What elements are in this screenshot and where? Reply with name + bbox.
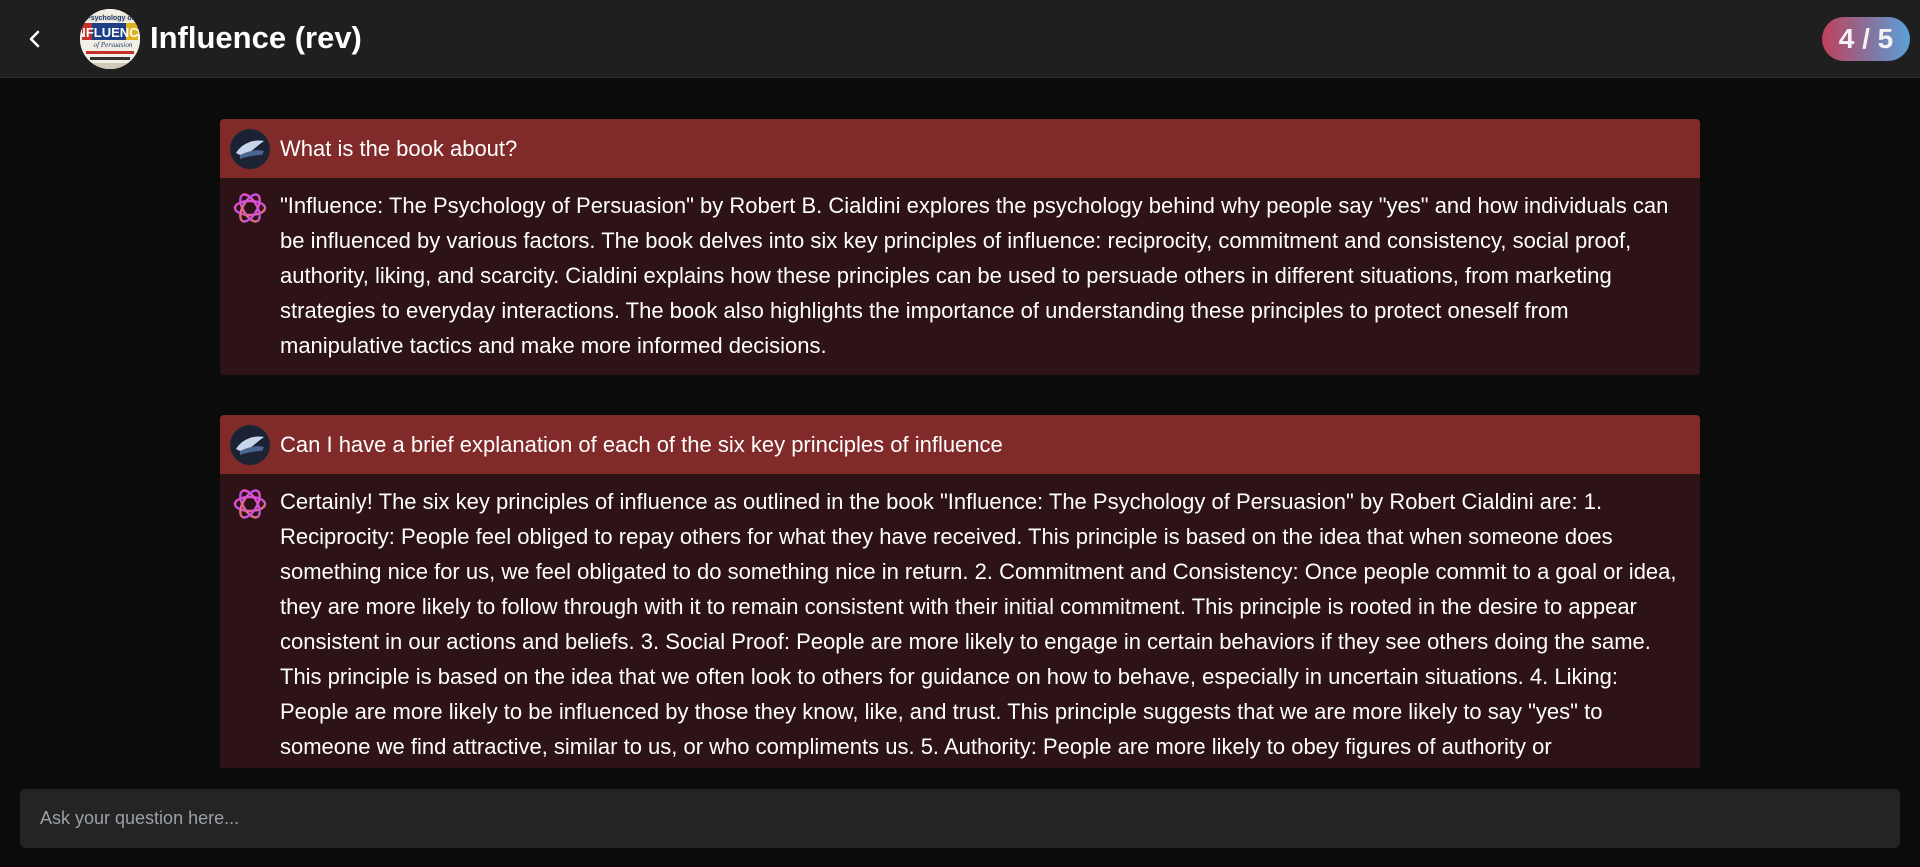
user-avatar-icon (230, 129, 270, 169)
back-button[interactable] (14, 18, 56, 60)
cover-line-2: INFLUENCE (80, 25, 140, 40)
book-cover-thumbnail: Psychology of INFLUENCE of Persuasion (80, 9, 140, 69)
answer-text: Certainly! The six key principles of inf… (280, 489, 1677, 759)
question-row: What is the book about? (220, 119, 1700, 178)
qa-block: What is the book about? "Influence: The … (220, 119, 1700, 375)
cover-line-3: of Persuasion (94, 41, 133, 49)
answer-row: "Influence: The Psychology of Persuasion… (220, 178, 1700, 375)
chevron-left-icon (29, 30, 40, 48)
top-bar: Psychology of INFLUENCE of Persuasion In… (0, 0, 1920, 78)
openai-logo-icon (230, 188, 270, 228)
chat-thread[interactable]: What is the book about? "Influence: The … (220, 119, 1700, 768)
answer-row: Certainly! The six key principles of inf… (220, 474, 1700, 768)
question-text: Can I have a brief explanation of each o… (280, 431, 1003, 457)
page-title: Influence (rev) (150, 20, 362, 55)
page-counter-badge: 4 / 5 (1822, 17, 1910, 61)
openai-logo-icon (230, 484, 270, 524)
qa-block: Can I have a brief explanation of each o… (220, 415, 1700, 768)
question-input[interactable] (20, 789, 1900, 848)
cover-line-1: Psychology of (86, 15, 135, 22)
question-row: Can I have a brief explanation of each o… (220, 415, 1700, 474)
answer-text: "Influence: The Psychology of Persuasion… (280, 193, 1669, 358)
user-avatar-icon (230, 425, 270, 465)
